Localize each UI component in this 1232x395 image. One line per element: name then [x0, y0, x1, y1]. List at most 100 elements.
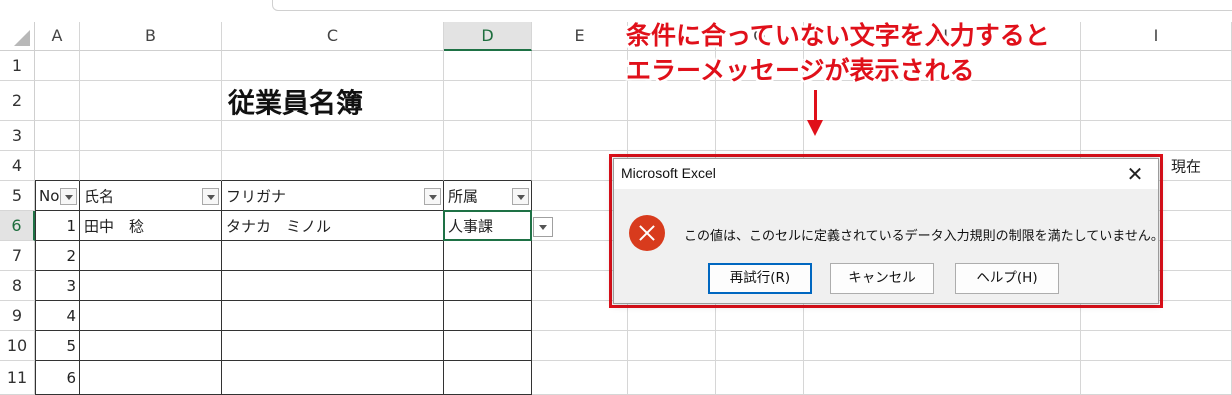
table-header-1: 氏名 — [80, 181, 222, 211]
table-header-label: フリガナ — [226, 187, 287, 206]
cell-e3[interactable] — [532, 121, 628, 151]
cell-b2[interactable] — [80, 81, 222, 121]
table-row-5-dept — [444, 331, 532, 361]
table-row-3-name — [80, 271, 222, 301]
row-header-7[interactable]: 7 — [0, 241, 35, 271]
cell-i11[interactable] — [1081, 361, 1232, 395]
table-cell-no: 1 — [66, 217, 76, 235]
annotation-line-1: 条件に合っていない文字を入力すると — [626, 21, 1050, 50]
table-cell-no: 6 — [66, 369, 76, 387]
table-header-label: 氏名 — [84, 187, 115, 206]
sheet-title-text: 従業員名簿 — [228, 88, 363, 120]
cell-f3[interactable] — [628, 121, 716, 151]
cell-g3[interactable] — [716, 121, 804, 151]
close-icon[interactable]: ✕ — [1120, 161, 1150, 187]
formula-input[interactable] — [272, 0, 1232, 11]
annotation-text: 条件に合っていない文字を入力すると エラーメッセージが表示される — [626, 18, 1050, 88]
cell-b4[interactable] — [80, 151, 222, 181]
data-validation-dropdown-icon[interactable] — [533, 217, 553, 237]
row-header-6[interactable]: 6 — [0, 211, 35, 241]
cell-a2[interactable] — [35, 81, 80, 121]
cell-h10[interactable] — [804, 331, 1081, 361]
cell-b1[interactable] — [80, 51, 222, 81]
date-label-fragment: 現在 — [1171, 157, 1202, 176]
cell-a1[interactable] — [35, 51, 80, 81]
table-header-label: No — [39, 187, 60, 205]
row-header-11[interactable]: 11 — [0, 361, 35, 395]
cell-i1[interactable] — [1081, 51, 1232, 81]
help-button[interactable]: ヘルプ(H) — [955, 263, 1059, 294]
cell-i10[interactable] — [1081, 331, 1232, 361]
cell-e11[interactable] — [532, 361, 628, 395]
table-row-5-name — [80, 331, 222, 361]
sheet-title: 従業員名簿 — [222, 81, 444, 121]
annotation-line-2: エラーメッセージが表示される — [626, 56, 975, 85]
column-header-d[interactable]: D — [444, 22, 532, 51]
table-row-6-name — [80, 361, 222, 395]
cell-d3[interactable] — [444, 121, 532, 151]
active-cell-border — [443, 210, 532, 241]
row-header-8[interactable]: 8 — [0, 271, 35, 301]
table-header-3: 所属 — [444, 181, 532, 211]
table-row-6-dept — [444, 361, 532, 395]
cancel-button[interactable]: キャンセル — [830, 263, 934, 294]
select-all-corner[interactable] — [0, 22, 35, 51]
filter-dropdown-icon[interactable] — [424, 188, 441, 205]
row-header-5[interactable]: 5 — [0, 181, 35, 211]
column-header-b[interactable]: B — [80, 22, 222, 51]
cell-i2[interactable] — [1081, 81, 1232, 121]
cell-i3[interactable] — [1081, 121, 1232, 151]
column-header-e[interactable]: E — [532, 22, 628, 51]
cell-b3[interactable] — [80, 121, 222, 151]
cell-c1[interactable] — [222, 51, 444, 81]
cell-g10[interactable] — [716, 331, 804, 361]
table-cell-name: 田中 稔 — [84, 217, 145, 236]
cell-e2[interactable] — [532, 81, 628, 121]
cell-e1[interactable] — [532, 51, 628, 81]
table-row-3-kana — [222, 271, 444, 301]
cell-d4[interactable] — [444, 151, 532, 181]
table-row-6-kana — [222, 361, 444, 395]
table-row-3-dept — [444, 271, 532, 301]
table-row-1-kana: タナカ ミノル — [222, 211, 444, 241]
row-header-9[interactable]: 9 — [0, 301, 35, 331]
cell-c3[interactable] — [222, 121, 444, 151]
row-header-4[interactable]: 4 — [0, 151, 35, 181]
column-header-a[interactable]: A — [35, 22, 80, 51]
dialog-titlebar: Microsoft Excel ✕ — [614, 159, 1158, 189]
cell-c4[interactable] — [222, 151, 444, 181]
error-dialog: Microsoft Excel ✕ この値は、このセルに定義されているデータ入力… — [613, 158, 1164, 304]
filter-dropdown-icon[interactable] — [60, 188, 77, 205]
table-header-label: 所属 — [448, 187, 479, 206]
table-row-4-name — [80, 301, 222, 331]
table-header-0: No — [35, 181, 80, 211]
filter-dropdown-icon[interactable] — [202, 188, 219, 205]
table-cell-no: 2 — [66, 247, 76, 265]
cell-d1[interactable] — [444, 51, 532, 81]
retry-button[interactable]: 再試行(R) — [708, 263, 812, 294]
cell-a4[interactable] — [35, 151, 80, 181]
cell-h3[interactable] — [804, 121, 1081, 151]
filter-dropdown-icon[interactable] — [512, 188, 529, 205]
row-header-2[interactable]: 2 — [0, 81, 35, 121]
cell-e10[interactable] — [532, 331, 628, 361]
column-header-c[interactable]: C — [222, 22, 444, 51]
table-cell-no: 3 — [66, 277, 76, 295]
table-cell-no: 4 — [66, 307, 76, 325]
error-icon — [629, 215, 665, 251]
table-row-4-kana — [222, 301, 444, 331]
cell-h11[interactable] — [804, 361, 1081, 395]
cell-a3[interactable] — [35, 121, 80, 151]
table-cell-kana: タナカ ミノル — [226, 217, 332, 236]
cell-d2[interactable] — [444, 81, 532, 121]
table-row-6-no: 6 — [35, 361, 80, 395]
cell-f10[interactable] — [628, 331, 716, 361]
column-header-i[interactable]: I — [1081, 22, 1232, 51]
cell-f11[interactable] — [628, 361, 716, 395]
cell-g11[interactable] — [716, 361, 804, 395]
row-header-1[interactable]: 1 — [0, 51, 35, 81]
table-row-5-no: 5 — [35, 331, 80, 361]
annotation-arrow-head — [807, 120, 823, 136]
row-header-10[interactable]: 10 — [0, 331, 35, 361]
row-header-3[interactable]: 3 — [0, 121, 35, 151]
